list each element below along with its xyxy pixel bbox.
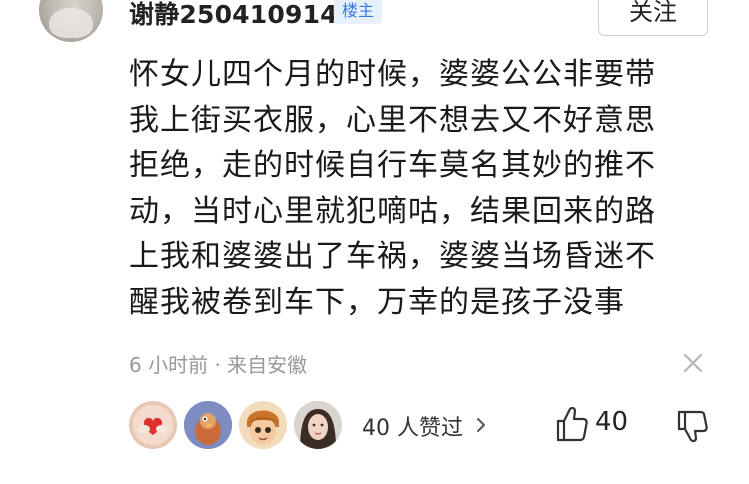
liker-avatar[interactable] xyxy=(294,401,342,449)
comment-line: 动，当时心里就犯嘀咕，结果回来的路 xyxy=(129,193,656,229)
comment-line: 怀女儿四个月的时候，婆婆公公非要带 xyxy=(129,57,656,92)
liker-avatar[interactable] xyxy=(239,401,287,449)
username[interactable]: 谢静250410914 xyxy=(129,0,338,31)
close-icon[interactable] xyxy=(680,350,706,376)
avatar[interactable] xyxy=(39,0,103,42)
thumbs-up-icon[interactable] xyxy=(555,404,589,444)
chevron-right-icon[interactable] xyxy=(475,416,487,434)
comment-line: 拒绝，走的时候自行车莫名其妙的推不 xyxy=(129,148,656,183)
author-badge: 楼主 xyxy=(334,0,383,24)
likers-summary[interactable]: 40 人赞过 xyxy=(362,410,463,442)
timestamp-location: 6 小时前 · 来自安徽 xyxy=(129,353,308,377)
comment-text: 怀女儿四个月的时候，婆婆公公非要带 我上街买衣服，心里不想去又不好意思 拒绝，走… xyxy=(129,52,699,325)
comment-line: 醒我被卷到车下，万幸的是孩子没事 xyxy=(129,284,625,320)
bird-icon xyxy=(184,401,232,449)
heart-icon xyxy=(133,405,173,445)
comment-line: 我上街买衣服，心里不想去又不好意思 xyxy=(129,102,656,138)
liker-avatar[interactable] xyxy=(129,401,177,449)
portrait-icon xyxy=(294,401,342,449)
thumbs-down-icon[interactable] xyxy=(676,408,708,444)
follow-button[interactable]: 关注 xyxy=(598,0,708,36)
like-count: 40 xyxy=(595,407,629,437)
comment-line: 上我和婆婆出了车祸，婆婆当场昏迷不 xyxy=(129,239,656,274)
comment-card: 谢静250410914 楼主 关注 怀女儿四个月的时候，婆婆公公非要带 我上街买… xyxy=(0,0,749,484)
cartoon-face-icon xyxy=(239,401,287,449)
liker-avatar[interactable] xyxy=(184,401,232,449)
